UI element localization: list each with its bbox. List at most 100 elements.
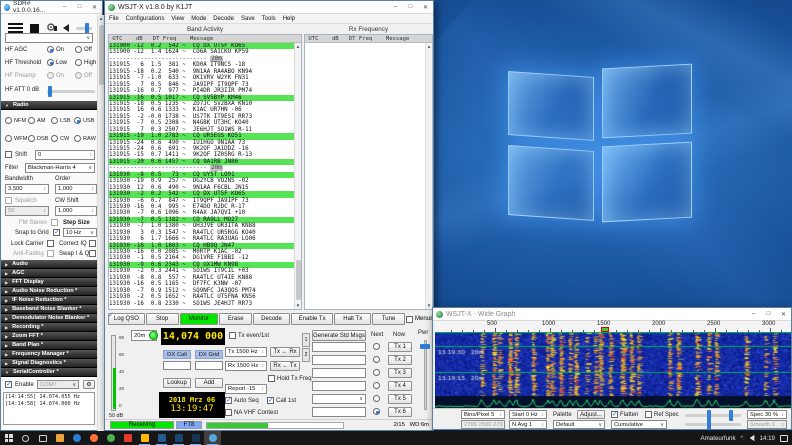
wsjtx-titlebar[interactable]: WSJT-X v1.8.0 by K1JT – □ ✕ (105, 1, 433, 14)
minimize-button[interactable]: – (746, 308, 761, 320)
scroll-up-icon[interactable]: ▲ (426, 43, 432, 50)
filter-dropdown[interactable]: Blackman-Harris 4 (25, 163, 95, 173)
tx-message-field-1[interactable] (312, 342, 366, 352)
section-frequency-manager-[interactable]: ▶Frequency Manager * (1, 350, 97, 359)
tx-from-rx-button[interactable]: Tx ← Rx (270, 347, 300, 357)
order-value[interactable]: 1,000 (55, 184, 97, 194)
hold-tx-checkbox[interactable] (268, 375, 275, 382)
enable-tx-button[interactable]: Enable Tx (291, 313, 334, 325)
bins-pixel-spinner[interactable]: Bins/Pixel 5 (461, 410, 505, 419)
sdr-scrollbar[interactable]: ▲ (97, 15, 104, 432)
section-signal-diagnostics-[interactable]: ▶Signal Diagnostics * (1, 359, 97, 368)
hf-threshold-high-radio[interactable] (75, 59, 82, 66)
tx-message-field-5[interactable] (312, 394, 366, 404)
tx-3-button[interactable]: Tx 3 (388, 368, 412, 378)
hf-preamp-off-radio[interactable] (75, 72, 82, 79)
serial-enable-checkbox[interactable] (5, 381, 12, 388)
source-dropdown[interactable] (5, 33, 93, 43)
scroll-down-icon[interactable]: ▼ (295, 302, 301, 309)
anti-fading-checkbox[interactable] (47, 250, 54, 257)
section-serialcontroller[interactable]: ▼SerialController * (1, 368, 97, 377)
start-button[interactable] (0, 431, 17, 445)
section-demodulator-noise-blanker-[interactable]: ▶Demodulator Noise Blanker * (1, 314, 97, 323)
tx-4-button[interactable]: Tx 4 (388, 381, 412, 391)
maximize-button[interactable]: □ (403, 1, 418, 13)
step-size-dropdown[interactable]: 10 Hz (63, 228, 97, 237)
tx-even-checkbox[interactable] (229, 332, 236, 339)
swap-iq-checkbox[interactable] (89, 250, 96, 257)
serial-log-box[interactable]: [14:14:55] 14.074.055 Hz[14:14:58] 14.07… (3, 392, 95, 425)
menu-icon[interactable] (8, 23, 23, 34)
rx-from-tx-button[interactable]: Rx ← Tx (270, 361, 300, 371)
spec-spinner[interactable]: Spec 30 % (747, 410, 787, 419)
menus-toggle[interactable]: Menus (406, 316, 433, 323)
pwr-slider-handle[interactable] (420, 344, 430, 349)
section-baseband-noise-blanker-[interactable]: ▶Baseband Noise Blanker * (1, 305, 97, 314)
menus-checkbox[interactable] (406, 316, 413, 323)
tx-freq-spinner[interactable]: Tx 1500 Hz (225, 347, 267, 357)
menu-help[interactable]: Help (283, 16, 295, 22)
volume-slider[interactable] (76, 27, 92, 30)
halt-tx-button[interactable]: Halt Tx (334, 313, 371, 325)
correct-iq-checkbox[interactable] (89, 240, 96, 247)
hf-preamp-on-radio[interactable] (47, 72, 54, 79)
generate-std-msgs-button[interactable]: Generate Std Msgs (312, 330, 366, 341)
section-radio[interactable]: ▼ Radio (1, 101, 97, 110)
hf-att-slider-handle[interactable] (48, 86, 52, 97)
section-if-noise-reduction-[interactable]: ▶IF Noise Reduction * (1, 296, 97, 305)
firefox-icon[interactable] (85, 431, 102, 445)
ref-spec-checkbox[interactable] (645, 411, 652, 418)
band-activity-scrollbar[interactable]: ▲ ▼ (294, 43, 301, 309)
fm-stereo-checkbox[interactable] (51, 219, 58, 226)
bandwidth-value[interactable]: 3,500 (5, 184, 49, 194)
call-1st-checkbox[interactable] (267, 397, 274, 404)
monitor-button[interactable]: Monitor (180, 313, 219, 325)
section-zoom-fft-[interactable]: ▶Zoom FFT * (1, 332, 97, 341)
section-recording-[interactable]: ▶Recording * (1, 323, 97, 332)
waterfall-display[interactable] (435, 332, 791, 410)
mode-radio-am[interactable] (28, 117, 35, 124)
mode-radio-wfm[interactable] (5, 135, 12, 142)
section-audio-noise-reduction-[interactable]: ▶Audio Noise Reduction * (1, 287, 97, 296)
scroll-up-icon[interactable]: ▲ (295, 43, 301, 50)
tx-next-radio-1[interactable] (373, 343, 380, 350)
erase-button[interactable]: Erase (219, 313, 252, 325)
tx-next-radio-4[interactable] (373, 382, 380, 389)
maximize-button[interactable]: □ (761, 308, 776, 320)
stop-button[interactable]: Stop (146, 313, 179, 325)
decode-button[interactable]: Decode (253, 313, 290, 325)
pwr-slider[interactable] (424, 340, 427, 410)
report-spinner[interactable]: Report -15 (225, 384, 267, 394)
na-vhf-checkbox[interactable] (225, 409, 232, 416)
smooth-spinner[interactable]: Smooth 1 (747, 420, 787, 429)
section-band-plan-[interactable]: ▶Band Plan * (1, 341, 97, 350)
message-tab-2[interactable]: 2 (302, 348, 310, 362)
tx-next-radio-3[interactable] (373, 369, 380, 376)
input-language-label[interactable]: Amateurfunk (701, 435, 736, 442)
menu-decode[interactable]: Decode (213, 16, 234, 22)
edge-icon[interactable] (68, 431, 85, 445)
minimize-button[interactable]: – (57, 1, 72, 13)
clock[interactable]: 14:19 (760, 435, 775, 442)
gain-slider[interactable] (685, 414, 741, 417)
hf-agc-on-radio[interactable] (47, 46, 54, 53)
tx-next-radio-2[interactable] (373, 356, 380, 363)
speaker-icon[interactable] (63, 24, 69, 32)
sdr-titlebar[interactable]: SDR# v1.0.0.16... – □ ✕ (1, 1, 102, 14)
cortana-button[interactable] (17, 431, 34, 445)
mode-radio-nfm[interactable] (5, 117, 12, 124)
decode-row[interactable]: 131930 -16 0.8 2330 ~ SO1WS JE4HJT RR73 (109, 301, 295, 307)
tune-button[interactable]: Tune (372, 313, 405, 325)
action-center-icon[interactable] (780, 435, 788, 442)
rx-frequency-scrollbar[interactable]: ▲ ▼ (425, 43, 432, 309)
add-button[interactable]: Add (195, 378, 223, 388)
adjust-button[interactable]: Adjust... (577, 410, 605, 419)
zero-slider[interactable] (685, 423, 741, 426)
hf-agc-off-radio[interactable] (75, 46, 82, 53)
tx-next-radio-6[interactable] (373, 408, 380, 415)
com-port-dropdown[interactable]: COM7 (37, 380, 79, 389)
mode-radio-cw[interactable] (51, 135, 58, 142)
n-avg-spinner[interactable]: N Avg 1 (509, 420, 547, 429)
minimize-button[interactable]: – (388, 1, 403, 13)
app-icon-2[interactable] (153, 431, 170, 445)
